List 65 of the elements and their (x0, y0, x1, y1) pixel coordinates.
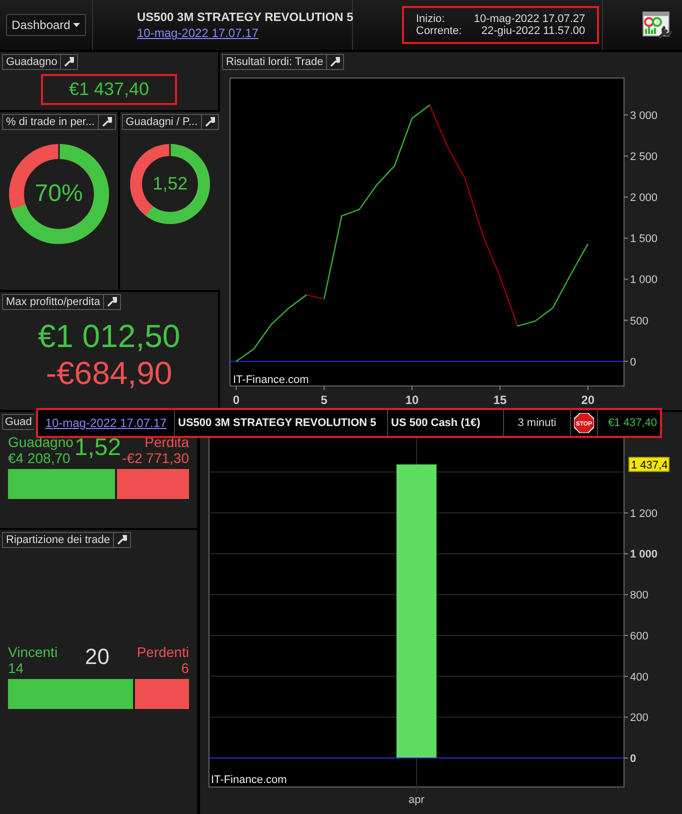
panel-title-tab[interactable]: Guad (3, 415, 34, 429)
axis-tick-label: 0 (232, 393, 240, 407)
wrench-icon[interactable] (330, 57, 340, 67)
chart-credit: IT-Finance.com (233, 374, 309, 386)
trade-date-link[interactable]: 10-mag-2022 17.07.17 (45, 416, 167, 430)
winners-count: 14 (8, 660, 25, 676)
timeframe: 3 minuti (518, 417, 556, 429)
panel-title-tab[interactable]: Guadagno (2, 54, 78, 70)
axis-tick-label: 1 000 (630, 274, 658, 286)
donut-value: 70% (34, 180, 83, 208)
axis-tick-label: 5 (320, 393, 328, 407)
chart-settings-icon[interactable] (642, 10, 672, 40)
axis-tick-label: 15 (493, 393, 507, 407)
start-date-link[interactable]: 10-mag-2022 17.07.17 (137, 26, 258, 40)
axis-tick-label: 0 (630, 753, 636, 765)
axis-tick-label: 0 (630, 356, 636, 368)
date-value: 10-mag-2022 17.07.27 (474, 13, 586, 25)
instrument-name: US 500 Cash (1€) (391, 417, 480, 429)
axis-tick-label: 500 (630, 315, 648, 328)
value-marker: 1 437,4 (628, 456, 670, 472)
date-value: 22-giu-2022 11.57.00 (480, 25, 586, 37)
axis-tick-label: 10 (405, 393, 419, 407)
total-trades: 20 (84, 644, 110, 670)
gain-value: €4 208,70 (8, 450, 72, 466)
axis-tick-label: 400 (630, 671, 648, 684)
wrench-icon[interactable] (64, 57, 74, 67)
axis-tick-label: 200 (630, 712, 648, 724)
ratio-value: 1,52 (74, 434, 122, 462)
wrench-icon[interactable] (116, 535, 127, 545)
axis-tick-label: 3 000 (630, 110, 658, 122)
chart-credit: IT-Finance.com (211, 774, 287, 786)
axis-tick-label: apr (408, 794, 424, 806)
panel-title-tab[interactable]: Risultati lordi: Trade (222, 54, 344, 70)
max-loss-value: -€684,90 (46, 355, 172, 392)
max-profit-value: €1 012,50 (38, 318, 180, 355)
losers-label: Perdenti (136, 644, 189, 660)
axis-tick-label: 2 500 (630, 151, 658, 164)
axis-tick-label: 600 (630, 630, 648, 642)
panel-title-tab[interactable]: % di trade in per... (2, 114, 116, 130)
caret-icon (73, 23, 80, 27)
panel-title-tab[interactable]: Ripartizione dei trade (2, 532, 131, 548)
wrench-icon[interactable] (204, 117, 215, 127)
wrench-icon[interactable] (107, 297, 118, 307)
trade-profit: €1 437,40 (608, 417, 657, 429)
panel-title-tab[interactable]: Max profitto/perdita (2, 294, 122, 310)
strategy-title: US500 3M STRATEGY REVOLUTION 5 (137, 10, 354, 24)
loss-label: Perdita (144, 434, 189, 450)
strategy-name: US500 3M STRATEGY REVOLUTION 5 (178, 417, 376, 429)
loss-value: -€2 771,30 (122, 450, 189, 466)
date-label: Inizio: (416, 13, 446, 25)
axis-tick-label: 1 000 (630, 548, 658, 561)
losers-count: 6 (180, 660, 189, 676)
axis-tick-label: 1 200 (630, 508, 658, 520)
axis-tick-label: 2 000 (630, 192, 658, 204)
winners-label: Vincenti (8, 644, 58, 660)
axis-tick-label: 20 (581, 393, 595, 407)
dashboard-menu-button[interactable]: Dashboard (6, 14, 86, 36)
panel-title-tab[interactable]: Guadagni / P... (122, 114, 219, 130)
profit-value: €1 437,40 (40, 74, 178, 105)
gain-label: Guadagno (8, 434, 74, 450)
date-label: Corrente: (416, 25, 462, 37)
donut-value: 1,52 (152, 174, 188, 194)
wrench-icon[interactable] (102, 117, 112, 127)
axis-tick-label: 1 500 (630, 233, 658, 246)
axis-tick-label: 800 (630, 590, 648, 602)
